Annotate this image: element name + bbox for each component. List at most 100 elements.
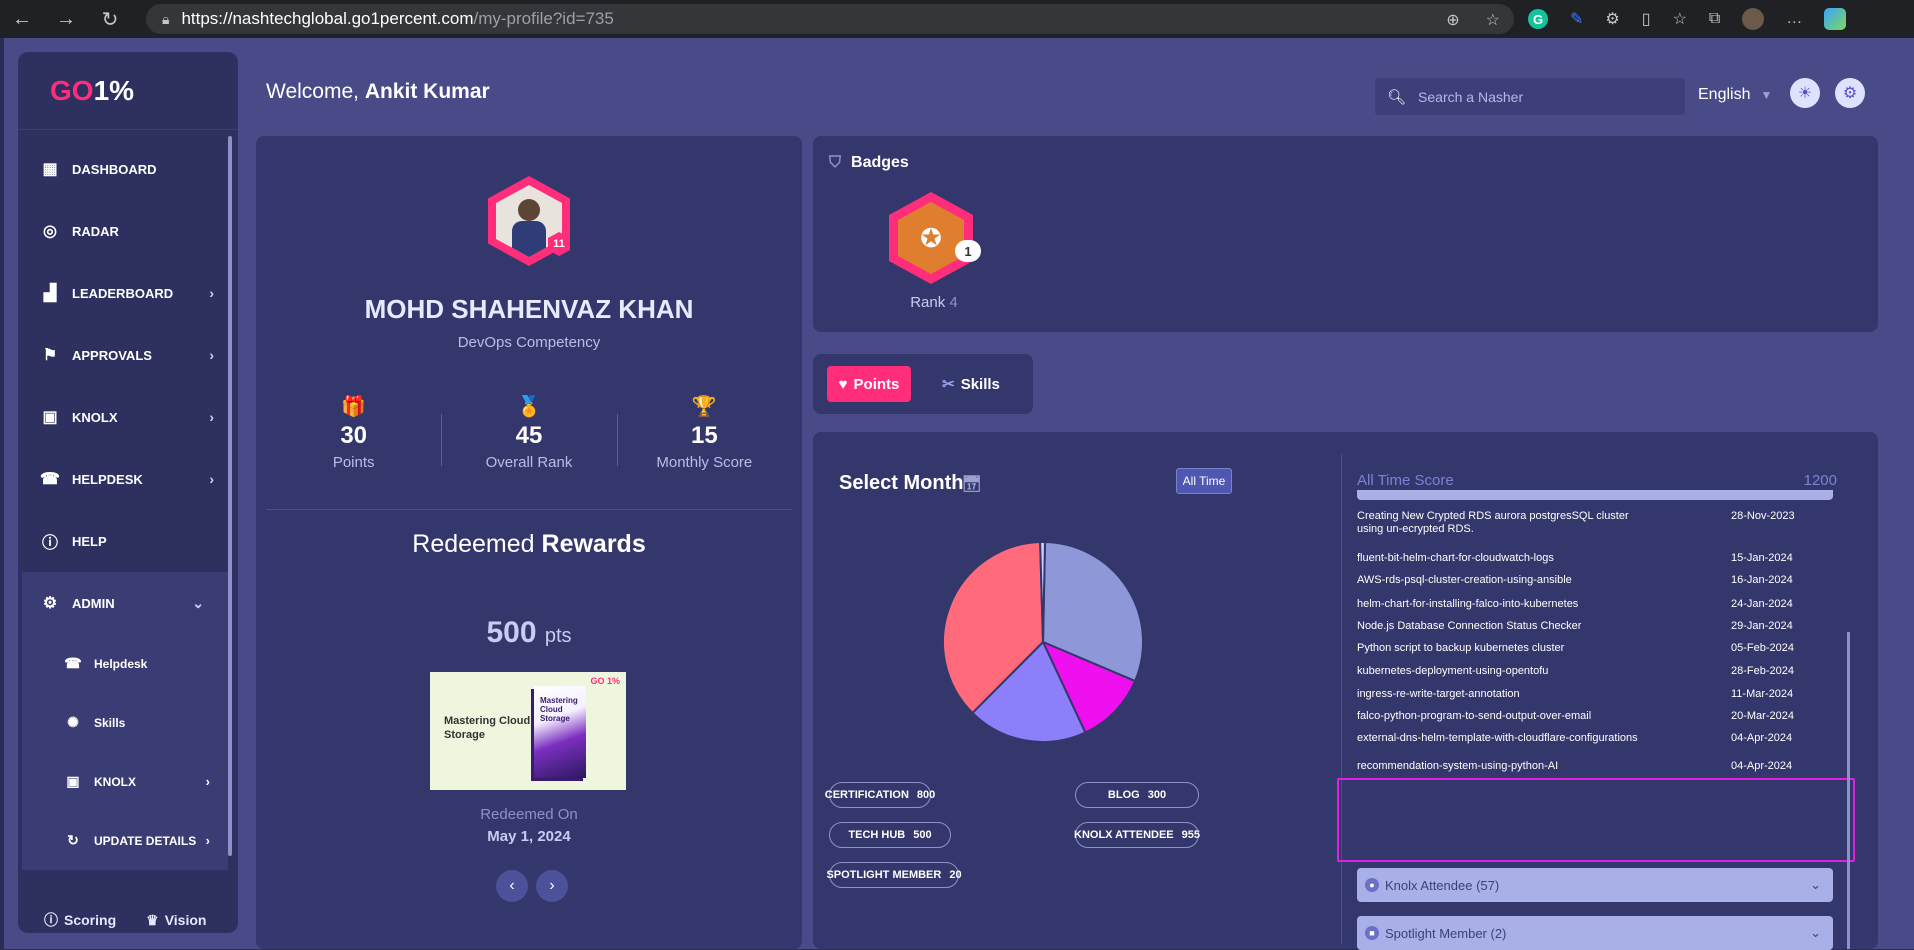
points-skills-tabs: ♥ Points ✂Skills xyxy=(813,354,1033,414)
heart-icon: ♥ xyxy=(839,376,848,393)
profile-name: MOHD SHAHENVAZ KHAN xyxy=(256,294,802,325)
reward-image-logo-text: GO 1% xyxy=(590,676,620,686)
reload-icon[interactable]: ↻ xyxy=(98,7,122,31)
bookmark-star-icon[interactable]: ☆ xyxy=(1486,10,1500,30)
accordion-spotlight-member[interactable]: ■Spotlight Member (2)⌄ xyxy=(1357,916,1833,950)
spotlight-icon: ■ xyxy=(1365,926,1379,940)
url-host: https://nashtechglobal.go1percent.com xyxy=(181,9,473,29)
redeemed-date: May 1, 2024 xyxy=(256,828,802,845)
tab-points-label: Points xyxy=(854,376,900,393)
highlight-box xyxy=(1337,778,1855,862)
grammarly-icon[interactable]: G xyxy=(1528,9,1548,29)
dashboard-icon: ▦ xyxy=(40,159,60,179)
sidebar-footer: ⓘScoring ♛Vision xyxy=(18,891,238,949)
sidebar-item-approvals[interactable]: ⚑APPROVALS› xyxy=(18,324,238,386)
sub-item-label: UPDATE DETAILS xyxy=(94,834,196,848)
sidebar-item-knolx[interactable]: ▣KNOLX› xyxy=(18,386,238,448)
vision-link[interactable]: ♛Vision xyxy=(146,912,206,929)
logo[interactable]: GO1% xyxy=(18,52,238,130)
admin-section: ⚙︎ADMIN⌄ ☎︎Helpdesk ✺ Skills ▣KNOLX› ↻UPD… xyxy=(22,572,228,870)
more-menu-icon[interactable]: … xyxy=(1786,10,1802,28)
knolx-icon: ▣ xyxy=(64,773,82,791)
stat-value: 30 xyxy=(266,422,441,450)
reward-points-unit: pts xyxy=(545,625,572,647)
calendar-icon[interactable]: 📅︎ xyxy=(961,476,981,493)
zoom-icon[interactable]: ⊕ xyxy=(1446,10,1459,30)
sub-item-label: Skills xyxy=(94,716,125,730)
reward-image[interactable]: GO 1% Mastering Cloud Storage Mastering … xyxy=(430,672,626,790)
admin-sub-helpdesk[interactable]: ☎︎Helpdesk xyxy=(22,634,228,693)
sidebar-item-dashboard[interactable]: ▦DASHBOARD xyxy=(18,138,238,200)
leaderboard-icon: ▟ xyxy=(40,283,60,303)
reward-book: Mastering Cloud Storage xyxy=(534,686,586,778)
chip-spotlight-member[interactable]: SPOTLIGHT MEMBER20 xyxy=(829,862,959,888)
collections-icon[interactable]: ⧉ xyxy=(1709,10,1720,28)
sidebar-item-help[interactable]: ⓘHELP xyxy=(18,510,238,572)
chip-label: BLOG xyxy=(1108,789,1140,801)
list-item-date: 15-Jan-2024 xyxy=(1731,552,1831,564)
extensions-icon[interactable]: ⚙︎ xyxy=(1605,9,1619,29)
info-icon: ⓘ xyxy=(44,910,58,930)
select-month[interactable]: Select Month📅︎ xyxy=(839,472,982,495)
logo-go: GO xyxy=(50,75,94,107)
stat-label: Monthly Score xyxy=(617,454,792,471)
sidebar-item-radar[interactable]: ◎RADAR xyxy=(18,200,238,262)
reward-points: 500 pts xyxy=(256,616,802,650)
score-value: 1200 xyxy=(1804,472,1837,489)
sidebar-item-admin[interactable]: ⚙︎ADMIN⌄ xyxy=(22,572,228,634)
skills-icon: ✺ xyxy=(64,714,82,732)
carousel-prev-button[interactable]: ‹ xyxy=(496,870,528,902)
profile-department: DevOps Competency xyxy=(256,334,802,351)
chevron-right-icon: › xyxy=(209,285,214,301)
carousel-next-button[interactable]: › xyxy=(536,870,568,902)
reward-image-logo: GO 1% xyxy=(590,676,620,686)
stat-label: Points xyxy=(266,454,441,471)
sidebar-item-label: KNOLX xyxy=(72,410,118,425)
chip-certification[interactable]: CERTIFICATION800 xyxy=(829,782,931,808)
address-bar[interactable]: 🔒︎ https://nashtechglobal.go1percent.com… xyxy=(146,4,1514,34)
vision-icon: ♛ xyxy=(146,912,159,929)
sidebar-item-helpdesk[interactable]: ☎︎HELPDESK› xyxy=(18,448,238,510)
admin-sub-knolx[interactable]: ▣KNOLX› xyxy=(22,752,228,811)
chip-tech-hub[interactable]: TECH HUB500 xyxy=(829,822,951,848)
admin-sub-update-details[interactable]: ↻UPDATE DETAILS› xyxy=(22,811,228,870)
admin-sub-skills[interactable]: ✺ Skills xyxy=(22,693,228,752)
sidebar-scrollbar[interactable] xyxy=(228,136,232,856)
list-scrollbar[interactable] xyxy=(1847,632,1850,949)
favorites-icon[interactable]: ☆ xyxy=(1673,9,1687,29)
score-label: All Time Score xyxy=(1357,472,1454,489)
list-item-date: 11-Mar-2024 xyxy=(1731,688,1831,700)
chip-value: 20 xyxy=(949,869,961,881)
search-placeholder: Search a Nasher xyxy=(1418,89,1523,105)
search-input[interactable]: 🔍︎Search a Nasher xyxy=(1375,78,1685,115)
badge-medal[interactable]: ✪ xyxy=(889,192,973,284)
language-select[interactable]: English▼ xyxy=(1698,86,1772,104)
chevron-right-icon: › xyxy=(209,409,214,425)
back-icon[interactable]: ← xyxy=(10,7,34,31)
theme-toggle-button[interactable]: ☀ xyxy=(1790,78,1820,108)
accordion-header-partial[interactable] xyxy=(1357,490,1833,500)
scoring-link[interactable]: ⓘScoring xyxy=(44,910,116,930)
pen-extension-icon[interactable]: ✎ xyxy=(1570,9,1583,29)
settings-button[interactable]: ⚙︎ xyxy=(1835,78,1865,108)
points-card: Select Month📅︎ All Time CERTIFICATION800… xyxy=(813,432,1878,949)
accordion-knolx-attendee[interactable]: ●Knolx Attendee (57)⌄ xyxy=(1357,868,1833,902)
copilot-icon[interactable] xyxy=(1824,8,1846,30)
chip-knolx-attendee[interactable]: KNOLX ATTENDEE955 xyxy=(1075,822,1199,848)
stat-points: 🎁30Points xyxy=(266,394,441,474)
knolx-icon: ● xyxy=(1365,878,1379,892)
sidebar-item-leaderboard[interactable]: ▟LEADERBOARD› xyxy=(18,262,238,324)
reward-book-title: Mastering Cloud Storage xyxy=(540,696,586,723)
forward-icon[interactable]: → xyxy=(54,7,78,31)
chevron-right-icon: › xyxy=(209,471,214,487)
split-view-icon[interactable]: ▯ xyxy=(1642,9,1651,29)
all-time-button[interactable]: All Time xyxy=(1176,468,1232,494)
chip-blog[interactable]: BLOG300 xyxy=(1075,782,1199,808)
profile-avatar-icon[interactable] xyxy=(1742,8,1764,30)
tab-skills[interactable]: ✂Skills xyxy=(929,366,1013,402)
list-item-title: ingress-re-write-target-annotation xyxy=(1357,688,1657,701)
profile-stats: 🎁30Points 🏅45Overall Rank 🏆15Monthly Sco… xyxy=(266,394,792,474)
tab-points[interactable]: ♥ Points xyxy=(827,366,911,402)
trophy-icon: 🏆 xyxy=(617,394,792,420)
list-item-title: AWS-rds-psql-cluster-creation-using-ansi… xyxy=(1357,574,1657,587)
